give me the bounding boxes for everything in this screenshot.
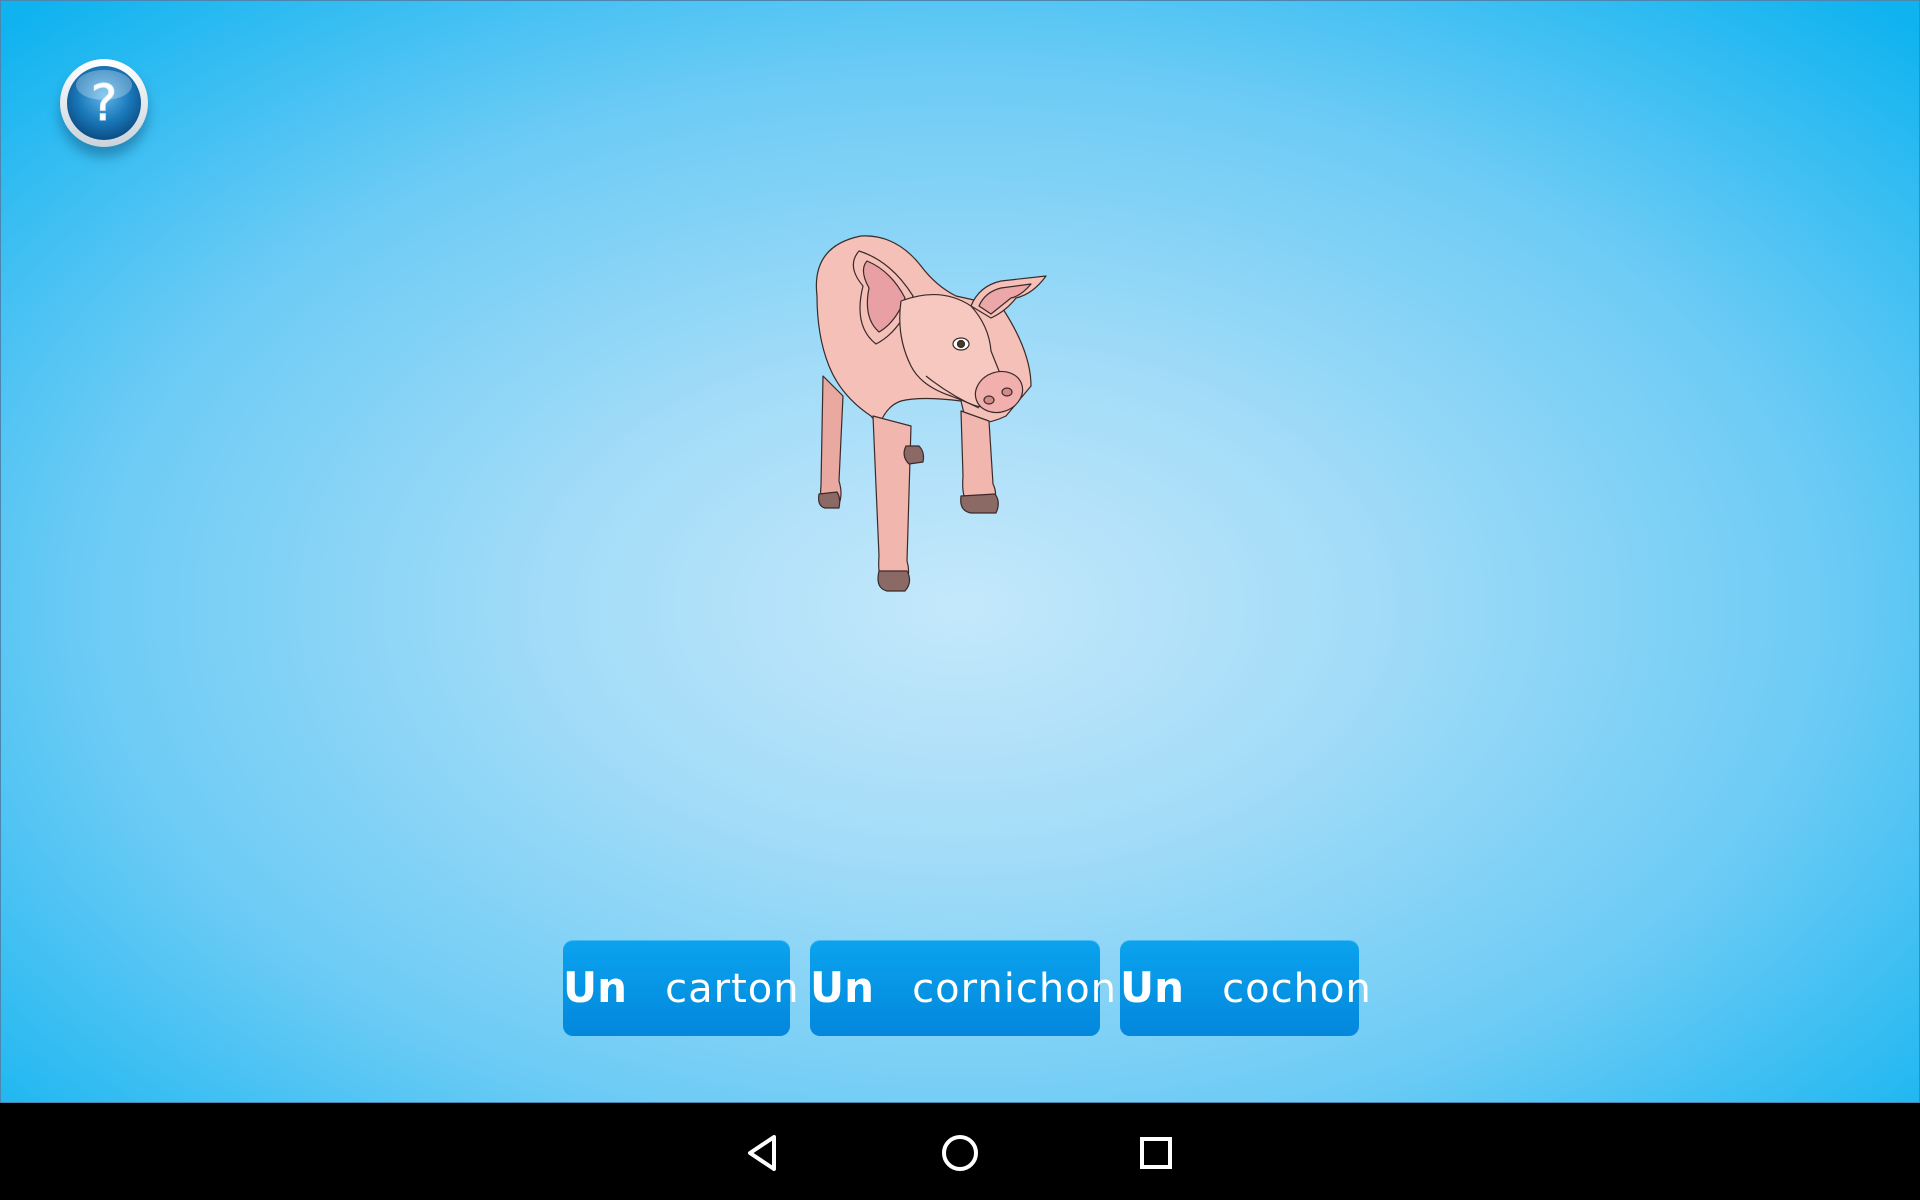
system-navigation-bar xyxy=(0,1103,1920,1200)
answer-word: cochon xyxy=(1222,966,1372,1012)
answer-button-3[interactable]: Un cochon xyxy=(1120,940,1371,1036)
help-button[interactable]: ? xyxy=(58,57,150,149)
answer-word: cornichon xyxy=(912,966,1118,1012)
game-area: ? Un carton Un cornichon Un cochon xyxy=(0,0,1920,1103)
home-button[interactable] xyxy=(932,1125,988,1181)
answer-article: Un xyxy=(810,963,875,1012)
recents-button[interactable] xyxy=(1128,1125,1184,1181)
home-circle-icon xyxy=(942,1135,978,1171)
svg-text:?: ? xyxy=(91,74,118,132)
answer-article: Un xyxy=(1120,963,1185,1012)
answer-button-1[interactable]: Un carton xyxy=(563,940,799,1036)
back-button[interactable] xyxy=(736,1125,792,1181)
answer-button-2[interactable]: Un cornichon xyxy=(810,940,1116,1036)
question-mark-icon: ? xyxy=(60,59,148,147)
back-triangle-icon xyxy=(748,1135,776,1171)
answer-choices: Un carton Un cornichon Un cochon xyxy=(1,940,1920,1036)
answer-article: Un xyxy=(563,963,628,1012)
device-screen: ? Un carton Un cornichon Un cochon xyxy=(0,0,1920,1200)
recents-square-icon xyxy=(1140,1137,1172,1169)
pig-illustration xyxy=(801,226,1121,646)
answer-word: carton xyxy=(665,966,800,1012)
